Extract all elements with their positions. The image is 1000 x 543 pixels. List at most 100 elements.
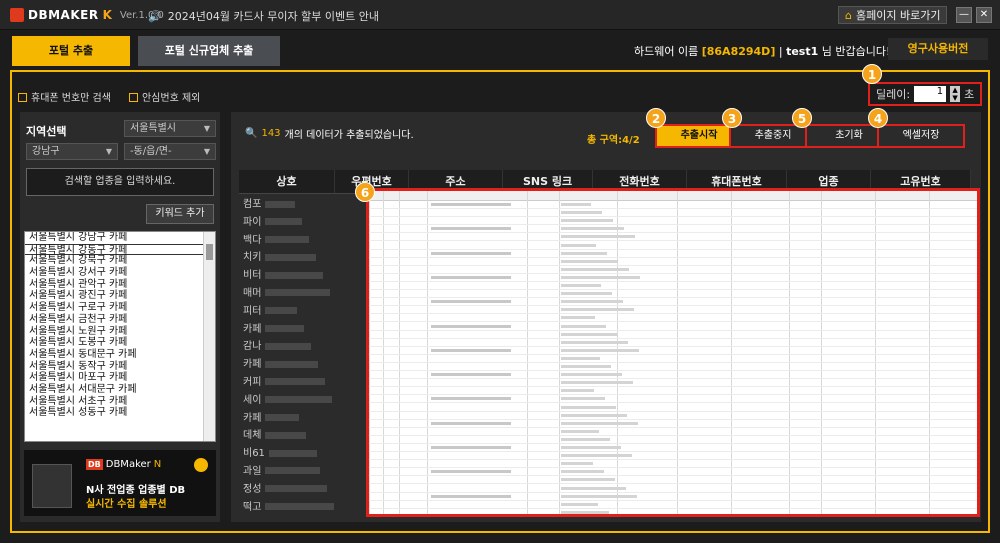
sheet-row [369,314,977,323]
chevron-down-icon: ▼ [203,124,210,133]
list-item[interactable]: 서울특별시 동대문구 카페 [25,349,215,361]
sheet-row [369,412,977,420]
notice-text: 2024년04월 카드사 무이자 할부 이벤트 안내 [167,10,379,23]
sheet-cell-text [431,373,511,377]
table-row[interactable]: 파이 [243,214,363,232]
table-row[interactable]: 데체 [243,427,363,445]
sheet-row [369,233,977,242]
close-button[interactable]: ✕ [976,7,992,23]
sheet-cell-text [561,292,612,296]
ad-brand-name: DBMaker [105,459,151,470]
sheet-row [369,347,977,355]
list-item[interactable]: 서울특별시 노원구 카페 [25,326,215,338]
list-item[interactable]: 서울특별시 금천구 카페 [25,314,215,326]
sheet-cell-text [431,446,511,449]
city-select[interactable]: 서울특별시 ▼ [124,120,216,137]
list-scrollbar[interactable] [203,232,215,441]
tab-portal-new-extract[interactable]: 포털 신규업체 추출 [138,36,280,66]
tab-portal-extract[interactable]: 포털 추출 [12,36,130,66]
keyword-add-button[interactable]: 키워드 추가 [146,204,214,224]
marker-3: 3 [722,108,742,128]
sheet-cell-text [561,470,604,474]
ad-banner[interactable]: DB DBMaker N N사 전업종 업종별 DB 실시간 수집 솔루션 [24,450,216,516]
excel-save-button[interactable]: 엑셀저장 [877,124,965,148]
hw-code: [86A8294D] [701,45,776,58]
table-row[interactable]: 비터 [243,267,363,285]
table-row[interactable]: 백다 [243,232,363,250]
sheet-cell-text [561,373,622,377]
list-item[interactable]: 서울특별시 도봉구 카페 [25,337,215,349]
sheet-row [369,306,977,315]
sheet-row [369,493,977,501]
sheet-row [369,420,977,428]
list-item[interactable]: 서울특별시 강서구 카페 [25,267,215,279]
sheet-cell-text [561,437,610,441]
list-item[interactable]: 서울특별시 동작구 카페 [25,361,215,373]
dong-select[interactable]: -동/읍/면- ▼ [124,143,216,160]
sheet-cell-text [561,413,627,417]
user-info: 하드웨어 이름 [86A8294D] | test1 님 반갑습니다! [634,43,890,59]
table-row[interactable]: 떡고 [243,499,363,516]
list-item[interactable]: 서울특별시 서초구 카페 [25,396,215,408]
checkbox-icon [128,93,138,102]
sheet-row [369,468,977,477]
blurred-text [265,431,307,439]
separator: | [778,45,783,58]
list-item[interactable]: 서울특별시 마포구 카페 [25,372,215,384]
sheet-row [369,371,977,380]
row-name: 치키 [243,252,262,264]
keyword-input[interactable]: 검색할 업종을 입력하세요. [26,168,214,196]
notice-banner[interactable]: 🔊 2024년04월 카드사 무이자 할부 이벤트 안내 [148,8,379,24]
table-row[interactable]: 피터 [243,303,363,321]
table-row[interactable]: 매머 [243,285,363,303]
mobile-only-checkbox[interactable]: 휴대폰 번호만 검색 [18,89,111,104]
sheet-row [369,274,977,282]
blurred-text [265,485,328,493]
table-row[interactable]: 정성 [243,481,363,499]
district-select[interactable]: 강남구 ▼ [26,143,118,160]
list-item[interactable]: 서울특별시 강남구 카페 [25,232,215,244]
table-row[interactable]: 카페 [243,356,363,374]
sheet-row [369,298,977,307]
sheet-cell-text [561,316,595,320]
sheet-cell-text [431,275,511,279]
sheet-cell-text [561,381,633,385]
table-row[interactable]: 비61 [243,445,363,463]
delay-input[interactable]: 1 [914,86,947,102]
table-row[interactable]: 치키 [243,249,363,267]
table-row[interactable]: 세이 [243,392,363,410]
list-item[interactable]: 서울특별시 성동구 카페 [25,407,215,419]
list-item[interactable]: 서울특별시 강동구 카페 [25,243,215,256]
row-name: 정성 [243,483,262,495]
list-item[interactable]: 서울특별시 강북구 카페 [25,255,215,267]
sheet-row [369,225,977,234]
sheet-row [369,242,977,250]
delay-spinner[interactable]: ▲ ▼ [950,86,961,102]
homepage-button[interactable]: ⌂ 홈페이지 바로가기 [838,6,948,24]
list-item[interactable]: 서울특별시 구로구 카페 [25,302,215,314]
column-header[interactable]: 상호 [239,170,335,193]
list-item[interactable]: 서울특별시 광진구 카페 [25,290,215,302]
table-row[interactable]: 컴포 [243,196,363,214]
table-row[interactable]: 카페 [243,410,363,428]
sheet-cell-text [561,397,605,401]
blurred-text [265,271,324,279]
list-item[interactable]: 서울특별시 서대문구 카페 [25,384,215,396]
license-button[interactable]: 영구사용버전 [888,38,988,60]
sheet-row [369,501,977,509]
list-item[interactable]: 서울특별시 관악구 카페 [25,279,215,291]
safe-number-checkbox[interactable]: 안심번호 제외 [128,89,200,104]
sheet-cell-text [561,446,621,449]
minimize-button[interactable]: — [956,7,972,23]
keyword-list[interactable]: 서울특별시 강남구 카페 서울특별시 강동구 카페 서울특별시 강북구 카페 서울특별… [24,231,216,442]
blurred-text [265,467,321,475]
sheet-cell-text [561,389,594,393]
table-body[interactable]: 컴포파이백다치키비터매머피터카페감나카페커피세이카페데체비61과일정성떡고루니놀… [243,196,363,516]
table-row[interactable]: 감나 [243,338,363,356]
table-row[interactable]: 과일 [243,463,363,481]
blurred-text [265,342,312,350]
table-row[interactable]: 커피 [243,374,363,392]
table-row[interactable]: 카페 [243,321,363,339]
scrollbar-thumb[interactable] [206,244,213,260]
sheet-cell-text [561,462,593,466]
